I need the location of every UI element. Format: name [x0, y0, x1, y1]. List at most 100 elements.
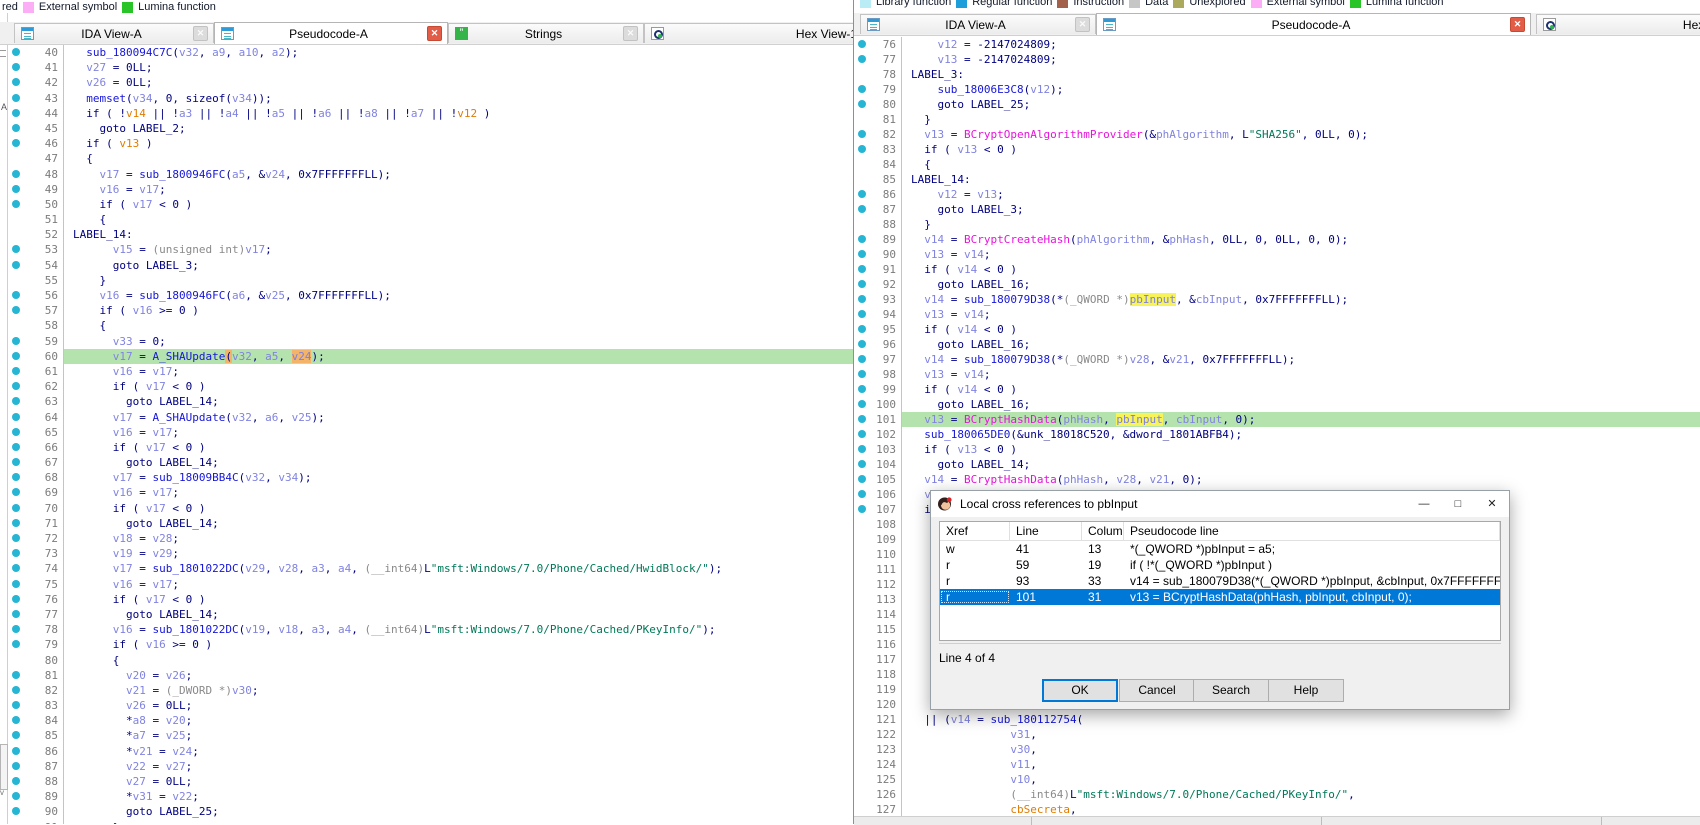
breakpoint-dot[interactable]: [12, 777, 20, 785]
breakpoint-gutter[interactable]: [8, 106, 24, 121]
breakpoint-dot[interactable]: [12, 200, 20, 208]
code-line[interactable]: 90 v13 = v14;: [854, 247, 1700, 262]
tab-pseudocode-a[interactable]: Pseudocode-A✕: [1096, 13, 1531, 35]
breakpoint-gutter[interactable]: [8, 227, 24, 242]
breakpoint-gutter[interactable]: [8, 379, 24, 394]
ok-button[interactable]: OK: [1042, 679, 1118, 702]
breakpoint-gutter[interactable]: [8, 637, 24, 652]
breakpoint-gutter[interactable]: [854, 82, 870, 97]
code-line[interactable]: 52LABEL_14:: [8, 227, 853, 242]
breakpoint-gutter[interactable]: [8, 744, 24, 759]
code-line[interactable]: 104 goto LABEL_14;: [854, 457, 1700, 472]
breakpoint-gutter[interactable]: [854, 607, 870, 622]
breakpoint-dot[interactable]: [12, 731, 20, 739]
breakpoint-gutter[interactable]: [854, 352, 870, 367]
breakpoint-gutter[interactable]: [8, 622, 24, 637]
code-line[interactable]: 85LABEL_14:: [854, 172, 1700, 187]
breakpoint-dot[interactable]: [858, 355, 866, 363]
code-line[interactable]: 74 v17 = sub_1801022DC(v29, v28, a3, a4,…: [8, 561, 853, 576]
breakpoint-gutter[interactable]: [8, 60, 24, 75]
code-line[interactable]: 54 goto LABEL_3;: [8, 258, 853, 273]
breakpoint-gutter[interactable]: [8, 45, 24, 60]
code-line[interactable]: 45 goto LABEL_2;: [8, 121, 853, 136]
code-line[interactable]: 83 v26 = 0LL;: [8, 698, 853, 713]
tab-close-icon[interactable]: ✕: [623, 26, 638, 41]
breakpoint-gutter[interactable]: [854, 577, 870, 592]
code-line[interactable]: 59 v33 = 0;: [8, 334, 853, 349]
breakpoint-dot[interactable]: [858, 490, 866, 498]
breakpoint-dot[interactable]: [858, 85, 866, 93]
breakpoint-gutter[interactable]: [854, 532, 870, 547]
breakpoint-gutter[interactable]: [854, 487, 870, 502]
breakpoint-gutter[interactable]: [8, 546, 24, 561]
xref-row[interactable]: r5919 if ( !*(_QWORD *)pbInput ): [940, 557, 1500, 573]
breakpoint-dot[interactable]: [12, 671, 20, 679]
breakpoint-gutter[interactable]: [8, 394, 24, 409]
code-line[interactable]: 61 v16 = v17;: [8, 364, 853, 379]
code-line[interactable]: 78 v16 = sub_1801022DC(v19, v18, a3, a4,…: [8, 622, 853, 637]
code-line[interactable]: 66 if ( v17 < 0 ): [8, 440, 853, 455]
code-line[interactable]: 98 v13 = v14;: [854, 367, 1700, 382]
tab-close-icon[interactable]: ✕: [1510, 17, 1525, 32]
breakpoint-gutter[interactable]: [854, 382, 870, 397]
maximize-icon[interactable]: □: [1441, 492, 1475, 516]
code-line[interactable]: 88 }: [854, 217, 1700, 232]
code-line[interactable]: 95 if ( v14 < 0 ): [854, 322, 1700, 337]
breakpoint-gutter[interactable]: [854, 772, 870, 787]
code-line[interactable]: 73 v19 = v29;: [8, 546, 853, 561]
breakpoint-gutter[interactable]: [854, 802, 870, 817]
breakpoint-dot[interactable]: [858, 145, 866, 153]
breakpoint-gutter[interactable]: [8, 683, 24, 698]
breakpoint-dot[interactable]: [12, 170, 20, 178]
breakpoint-gutter[interactable]: [854, 262, 870, 277]
breakpoint-dot[interactable]: [858, 430, 866, 438]
code-line[interactable]: 84 {: [854, 157, 1700, 172]
breakpoint-gutter[interactable]: [854, 652, 870, 667]
tab-hex-view-1[interactable]: Hex View-1✕: [1536, 14, 1700, 34]
code-line[interactable]: 76 if ( v17 < 0 ): [8, 592, 853, 607]
breakpoint-dot[interactable]: [858, 40, 866, 48]
breakpoint-gutter[interactable]: [8, 410, 24, 425]
breakpoint-gutter[interactable]: [854, 337, 870, 352]
code-line[interactable]: 101 v13 = BCryptHashData(phHash, pbInput…: [854, 412, 1700, 427]
breakpoint-gutter[interactable]: [8, 364, 24, 379]
breakpoint-dot[interactable]: [12, 397, 20, 405]
breakpoint-gutter[interactable]: [854, 142, 870, 157]
breakpoint-gutter[interactable]: [854, 562, 870, 577]
breakpoint-dot[interactable]: [12, 762, 20, 770]
breakpoint-dot[interactable]: [858, 280, 866, 288]
breakpoint-gutter[interactable]: [8, 334, 24, 349]
breakpoint-dot[interactable]: [12, 792, 20, 800]
breakpoint-gutter[interactable]: [854, 112, 870, 127]
breakpoint-dot[interactable]: [858, 130, 866, 138]
breakpoint-dot[interactable]: [12, 261, 20, 269]
code-line[interactable]: 97 v14 = sub_180079D38(*(_QWORD *)v28, &…: [854, 352, 1700, 367]
breakpoint-gutter[interactable]: [8, 288, 24, 303]
code-line[interactable]: 86 *v21 = v24;: [8, 744, 853, 759]
breakpoint-dot[interactable]: [858, 415, 866, 423]
breakpoint-dot[interactable]: [858, 190, 866, 198]
breakpoint-gutter[interactable]: [8, 698, 24, 713]
xref-row[interactable]: r9333v14 = sub_180079D38(*(_QWORD *)pbIn…: [940, 573, 1500, 589]
breakpoint-dot[interactable]: [12, 245, 20, 253]
minimize-icon[interactable]: —: [1407, 492, 1441, 516]
breakpoint-gutter[interactable]: [854, 427, 870, 442]
breakpoint-dot[interactable]: [12, 580, 20, 588]
code-line[interactable]: 96 goto LABEL_16;: [854, 337, 1700, 352]
breakpoint-gutter[interactable]: [854, 307, 870, 322]
code-line[interactable]: 76 v12 = -2147024809;: [854, 37, 1700, 52]
code-line[interactable]: 79 if ( v16 >= 0 ): [8, 637, 853, 652]
breakpoint-gutter[interactable]: [854, 742, 870, 757]
xref-row[interactable]: r10131v13 = BCryptHashData(phHash, pbInp…: [940, 589, 1500, 605]
breakpoint-dot[interactable]: [12, 610, 20, 618]
code-line[interactable]: 44 if ( !v14 || !a3 || !a4 || !a5 || !a6…: [8, 106, 853, 121]
breakpoint-gutter[interactable]: [8, 318, 24, 333]
code-line[interactable]: 63 goto LABEL_14;: [8, 394, 853, 409]
code-line[interactable]: 92 goto LABEL_16;: [854, 277, 1700, 292]
mini-scrollbar[interactable]: [0, 744, 8, 790]
breakpoint-gutter[interactable]: [8, 592, 24, 607]
breakpoint-gutter[interactable]: [854, 502, 870, 517]
breakpoint-dot[interactable]: [12, 519, 20, 527]
breakpoint-gutter[interactable]: [854, 157, 870, 172]
breakpoint-dot[interactable]: [12, 473, 20, 481]
